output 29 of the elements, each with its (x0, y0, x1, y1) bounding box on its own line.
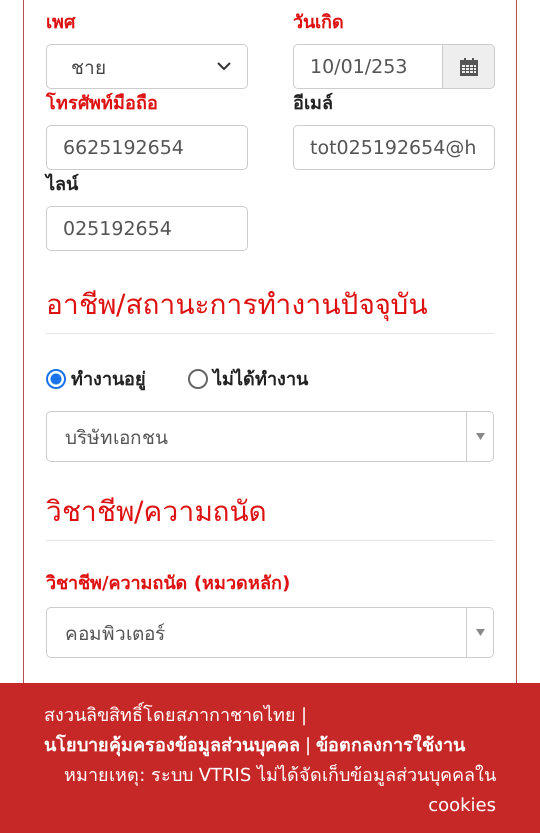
calendar-button[interactable] (443, 44, 495, 89)
radio-button[interactable] (188, 368, 208, 388)
employment-select[interactable]: บริษัทเอกชน (46, 411, 494, 462)
input-field[interactable]: tot025192654@h (293, 125, 495, 170)
field-label: อีเมล์ (293, 92, 333, 116)
gender-select[interactable]: ชาย (46, 44, 248, 89)
occupation-select[interactable]: คอมพิวเตอร์ (46, 607, 494, 658)
footer-link[interactable]: นโยบายคุ้มครองข้อมูลส่วนบุคคล (44, 735, 300, 756)
field-label: โทรศัพท์มือถือ (46, 91, 158, 116)
radio-label[interactable]: ไม่ได้ทำงาน (213, 364, 308, 393)
field-label: วิชาชีพ/ความถนัด (หมวดหลัก) (46, 572, 292, 596)
section-heading: อาชีพ/สถานะการทำงานปัจจุบัน (46, 285, 494, 334)
radio-label[interactable]: ทำงานอยู่ (71, 364, 146, 393)
field-label: วันเกิด (293, 11, 344, 35)
dropdown-arrow-icon (476, 629, 484, 636)
input-field[interactable]: 025192654 (46, 206, 248, 251)
separator: | (301, 705, 308, 726)
note-text: หมายเหตุ: ระบบ VTRIS ไม่ได้จัดเก็บข้อมูลส่วนบุคคลใน cookies (63, 763, 496, 818)
section-heading: วิชาชีพ/ความถนัด (46, 492, 494, 541)
chevron-down-icon (217, 62, 231, 71)
footer-link[interactable]: ข้อตกลงการใช้งาน (316, 735, 466, 756)
separator: | (305, 735, 312, 756)
radio-button[interactable] (46, 368, 66, 388)
dropdown-arrow-icon (476, 433, 484, 440)
calendar-icon (458, 56, 478, 76)
input-field[interactable]: 6625192654 (46, 125, 248, 170)
field-label: ไลน์ (46, 172, 78, 197)
field-label: เพศ (46, 11, 75, 35)
date-field[interactable]: 10/01/253 (293, 44, 443, 89)
